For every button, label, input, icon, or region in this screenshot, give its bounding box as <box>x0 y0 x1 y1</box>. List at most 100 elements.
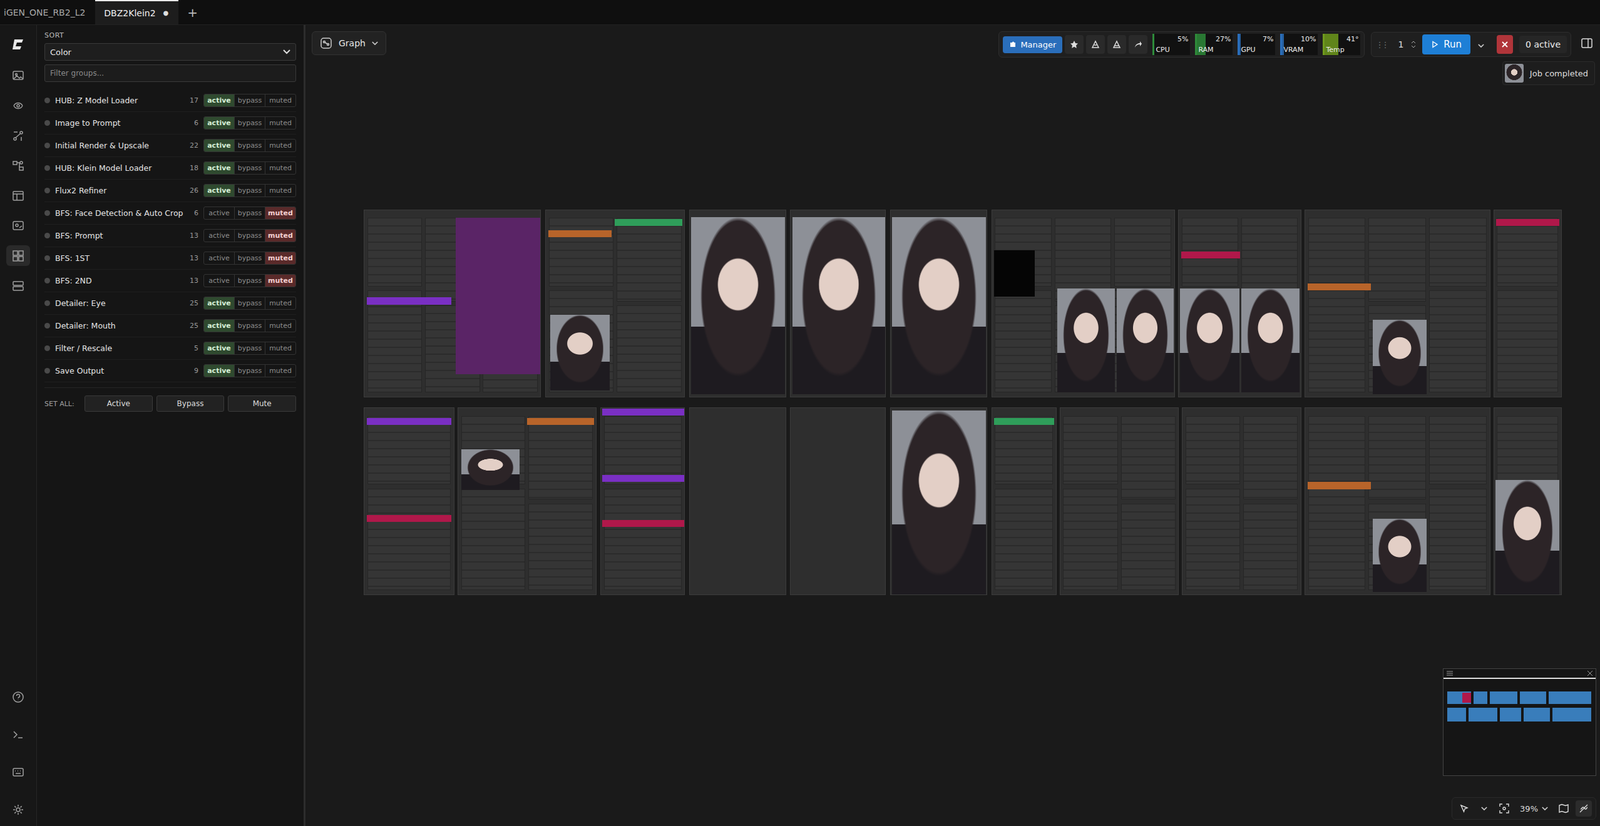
groups-icon[interactable] <box>6 245 31 267</box>
node[interactable] <box>616 217 682 302</box>
share-icon[interactable] <box>1128 35 1148 54</box>
mode-button[interactable]: active <box>204 94 235 107</box>
node[interactable] <box>994 290 1052 393</box>
mode-button[interactable]: bypass <box>234 229 265 242</box>
mode-button[interactable]: active <box>204 229 235 242</box>
mode-button[interactable]: active <box>204 117 235 129</box>
mode-button[interactable]: bypass <box>234 184 265 197</box>
node[interactable] <box>994 416 1053 486</box>
gear-icon[interactable] <box>6 799 31 821</box>
set-all-button[interactable]: Bypass <box>156 395 225 412</box>
workflow-tab[interactable]: iGEN_ONE_RB2_L2 <box>0 0 96 25</box>
node[interactable] <box>1496 217 1559 287</box>
manager-button[interactable]: Manager <box>1002 36 1063 54</box>
star-icon[interactable] <box>1064 35 1084 54</box>
node[interactable] <box>1114 217 1172 287</box>
node[interactable] <box>367 488 452 591</box>
node[interactable] <box>528 503 593 591</box>
mode-button[interactable]: muted <box>264 117 296 129</box>
link-visibility-icon[interactable] <box>1575 800 1592 817</box>
mode-button[interactable]: active <box>204 319 235 332</box>
node[interactable] <box>367 217 423 287</box>
filter-input[interactable]: Filter groups... <box>44 64 297 83</box>
mode-button[interactable]: muted <box>264 274 296 287</box>
active-jobs[interactable]: 0 active <box>1519 35 1567 54</box>
mode-button[interactable]: bypass <box>234 162 265 175</box>
node[interactable] <box>1368 416 1426 501</box>
node[interactable] <box>1308 416 1366 486</box>
node[interactable] <box>1185 488 1241 591</box>
set-all-button[interactable]: Active <box>84 395 153 412</box>
stack-icon[interactable] <box>6 275 31 297</box>
comfy-logo-icon[interactable] <box>6 33 31 55</box>
node[interactable] <box>1243 503 1298 591</box>
node[interactable] <box>604 488 682 591</box>
model-alt-icon[interactable] <box>1107 35 1127 54</box>
fit-view-icon[interactable] <box>1496 800 1513 817</box>
mode-button[interactable]: active <box>204 184 235 197</box>
mode-button[interactable]: bypass <box>234 364 265 377</box>
node[interactable] <box>1496 416 1559 486</box>
mode-button[interactable]: bypass <box>234 207 265 220</box>
pointer-icon[interactable] <box>1456 800 1473 817</box>
mode-button[interactable]: muted <box>264 139 296 152</box>
queue-count-input[interactable]: 1 <box>1394 39 1420 50</box>
mode-button[interactable]: muted <box>264 207 296 220</box>
mode-button[interactable]: muted <box>264 184 296 197</box>
graph-view-button[interactable]: Graph <box>311 31 387 56</box>
mode-button[interactable]: muted <box>264 229 296 242</box>
minimap[interactable] <box>1442 668 1597 777</box>
node[interactable] <box>1308 290 1366 393</box>
mode-button[interactable]: bypass <box>234 94 265 107</box>
mode-button[interactable]: muted <box>264 319 296 332</box>
workflow-tab[interactable]: DBZ2Klein2● <box>95 0 179 25</box>
sort-select[interactable]: Color <box>44 43 297 61</box>
node[interactable] <box>1429 488 1487 591</box>
mode-button[interactable]: active <box>204 274 235 287</box>
node[interactable] <box>1496 290 1559 393</box>
graph-canvas[interactable]: Graph Manager5%CPU27%RAM7%GPU10%VRAM41°T… <box>305 25 1600 826</box>
nodes-icon[interactable] <box>6 125 31 146</box>
terminal-icon[interactable] <box>6 724 31 745</box>
new-tab-button[interactable]: + <box>178 0 207 25</box>
queue-icon[interactable] <box>6 215 31 236</box>
node[interactable] <box>1185 416 1241 486</box>
model-icon[interactable] <box>1086 35 1105 54</box>
node[interactable] <box>548 217 615 287</box>
mode-button[interactable]: bypass <box>234 297 265 310</box>
settings-icon[interactable] <box>1446 670 1454 677</box>
mode-button[interactable]: active <box>204 252 235 265</box>
run-button[interactable]: Run <box>1422 34 1471 55</box>
chevron-down-icon[interactable] <box>1476 800 1493 817</box>
drag-handle-icon[interactable]: ⋮⋮ <box>1375 40 1392 50</box>
mode-button[interactable]: bypass <box>234 274 265 287</box>
close-icon[interactable] <box>1586 670 1594 677</box>
run-options-button[interactable] <box>1472 38 1490 51</box>
node[interactable] <box>367 416 452 486</box>
node[interactable] <box>616 305 682 393</box>
node[interactable] <box>1429 416 1487 486</box>
mode-button[interactable]: active <box>204 297 235 310</box>
node[interactable] <box>1062 416 1118 486</box>
node[interactable] <box>1429 217 1487 287</box>
mode-button[interactable]: active <box>204 207 235 220</box>
mode-button[interactable]: bypass <box>234 252 265 265</box>
mode-button[interactable]: muted <box>264 342 296 355</box>
minimap-toggle-icon[interactable] <box>1555 800 1572 817</box>
node[interactable] <box>1308 488 1366 591</box>
node[interactable] <box>994 488 1053 591</box>
node[interactable] <box>528 416 593 501</box>
mode-button[interactable]: muted <box>264 297 296 310</box>
node-group[interactable] <box>789 407 886 596</box>
node[interactable] <box>1121 416 1176 501</box>
panel-toggle-icon[interactable] <box>1577 38 1597 51</box>
mode-button[interactable]: bypass <box>234 117 265 129</box>
mode-button[interactable]: muted <box>264 364 296 377</box>
job-toast[interactable]: Job completed <box>1502 61 1595 86</box>
mode-button[interactable]: active <box>204 162 235 175</box>
node[interactable] <box>1429 290 1487 393</box>
mode-button[interactable]: bypass <box>234 319 265 332</box>
mode-button[interactable]: muted <box>264 252 296 265</box>
mode-button[interactable]: bypass <box>234 342 265 355</box>
cancel-button[interactable] <box>1496 35 1513 54</box>
